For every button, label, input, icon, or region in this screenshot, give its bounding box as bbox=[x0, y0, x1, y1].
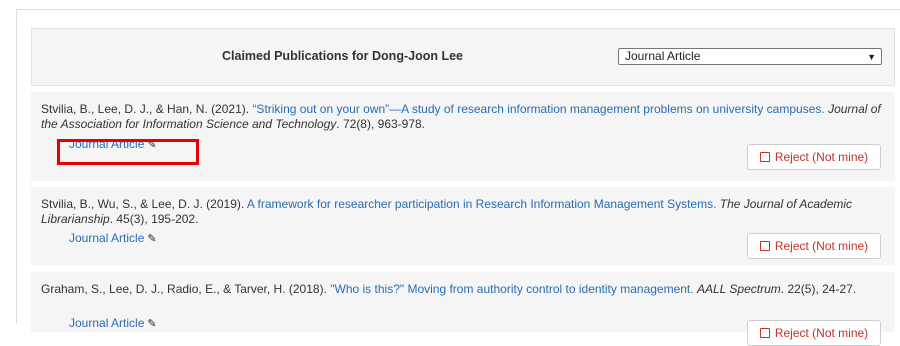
publication-title-link[interactable]: “Striking out on your own”—A study of re… bbox=[252, 102, 824, 116]
reject-button-label: Reject (Not mine) bbox=[774, 239, 869, 253]
publication-type-label: Journal Article bbox=[69, 316, 145, 330]
publication-type-selected-value: Journal Article bbox=[625, 49, 701, 63]
claimed-publications-panel: Claimed Publications for Dong-Joon Lee J… bbox=[16, 9, 900, 346]
publication-type-label: Journal Article bbox=[69, 231, 145, 245]
publication-title-link[interactable]: "Who is this?" Moving from authority con… bbox=[330, 282, 693, 296]
publication-item: Stvilia, B., Wu, S., & Lee, D. J. (2019)… bbox=[31, 187, 895, 265]
publication-authors: Stvilia, B., Wu, S., & Lee, D. J. (2019)… bbox=[41, 197, 245, 211]
publication-citation: Stvilia, B., Wu, S., & Lee, D. J. (2019)… bbox=[41, 197, 885, 227]
publication-title-link[interactable]: A framework for researcher participation… bbox=[247, 197, 717, 211]
square-icon bbox=[759, 328, 770, 338]
highlight-annotation-box bbox=[57, 139, 199, 165]
publication-journal: AALL Spectrum bbox=[696, 282, 781, 296]
page-title: Claimed Publications for Dong-Joon Lee bbox=[222, 49, 463, 63]
publication-type-select[interactable]: Journal Article ▼ bbox=[618, 48, 882, 65]
publication-item: Stvilia, B., Lee, D. J., & Han, N. (2021… bbox=[31, 92, 895, 181]
reject-button-label: Reject (Not mine) bbox=[774, 326, 869, 340]
publication-authors: Graham, S., Lee, D. J., Radio, E., & Tar… bbox=[41, 282, 327, 296]
publication-details: . 45(3), 195-202. bbox=[109, 212, 199, 226]
reject-button[interactable]: Reject (Not mine) bbox=[747, 320, 881, 346]
publication-details: . 72(8), 963-978. bbox=[336, 117, 426, 131]
publication-item: Graham, S., Lee, D. J., Radio, E., & Tar… bbox=[31, 272, 895, 346]
publication-details: . 22(5), 24-27. bbox=[780, 282, 857, 296]
publication-authors: Stvilia, B., Lee, D. J., & Han, N. (2021… bbox=[41, 102, 250, 116]
publication-citation: Graham, S., Lee, D. J., Radio, E., & Tar… bbox=[41, 282, 885, 297]
reject-button-label: Reject (Not mine) bbox=[774, 150, 869, 164]
chevron-down-icon: ▼ bbox=[867, 52, 876, 62]
pencil-icon: ✎ bbox=[147, 318, 157, 330]
reject-button[interactable]: Reject (Not mine) bbox=[747, 144, 881, 170]
publication-type-edit-link[interactable]: Journal Article ✎ bbox=[69, 316, 157, 330]
reject-button[interactable]: Reject (Not mine) bbox=[747, 233, 881, 259]
pencil-icon: ✎ bbox=[147, 233, 157, 245]
publication-citation: Stvilia, B., Lee, D. J., & Han, N. (2021… bbox=[41, 102, 885, 132]
panel-header: Claimed Publications for Dong-Joon Lee J… bbox=[31, 28, 895, 86]
square-icon bbox=[759, 152, 770, 162]
square-icon bbox=[759, 241, 770, 251]
publication-type-edit-link[interactable]: Journal Article ✎ bbox=[69, 231, 157, 245]
